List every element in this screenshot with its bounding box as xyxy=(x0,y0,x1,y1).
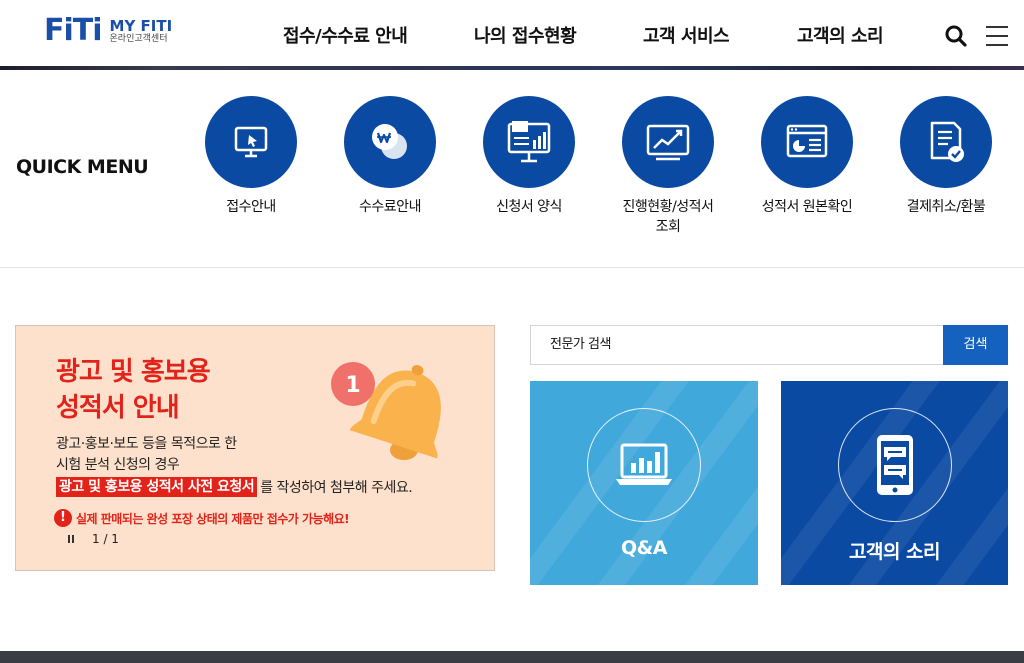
customer-voice-card[interactable]: 고객의 소리 xyxy=(781,381,1008,585)
mobile-chat-icon xyxy=(837,408,952,522)
footer-bar xyxy=(0,651,1024,663)
laptop-chart-icon xyxy=(587,408,701,522)
section-divider xyxy=(0,267,1024,268)
site-header: FiTi MY FITI 온라인고객센터 접수/수수료 안내 나의 접수현황 고… xyxy=(0,0,1024,67)
qa-card-label: Q&A xyxy=(621,537,667,559)
warning-icon: ! xyxy=(54,509,72,527)
presentation-board-icon xyxy=(483,96,575,188)
nav-item-customer-service[interactable]: 고객 서비스 xyxy=(643,22,730,48)
coin-won-icon xyxy=(344,96,436,188)
banner-highlight-suffix: 를 작성하여 첨부해 주세요. xyxy=(260,480,413,496)
quick-menu-label: 수수료안내 xyxy=(359,199,421,215)
banner-title-line1: 광고 및 홍보용 xyxy=(56,357,211,387)
header-hero-strip xyxy=(0,66,1024,70)
banner-highlight: 광고 및 홍보용 성적서 사전 요청서 xyxy=(56,477,258,497)
document-check-icon xyxy=(900,96,992,188)
main-nav: 접수/수수료 안내 나의 접수현황 고객 서비스 고객의 소리 xyxy=(0,22,1024,48)
banner-title-line2: 성적서 안내 xyxy=(56,393,180,423)
document-window-icon xyxy=(761,96,853,188)
quick-menu-item-forms[interactable]: 신청서 양식 xyxy=(464,96,594,217)
search-icon[interactable] xyxy=(944,24,968,48)
quick-menu-label: 신청서 양식 xyxy=(496,199,562,215)
banner-body-line2: 시험 분석 신청의 경우 xyxy=(56,457,180,473)
banner-body-line1: 광고·홍보·보도 등을 목적으로 한 xyxy=(56,436,237,452)
bell-icon: 1 xyxy=(326,342,456,472)
quick-menu-label: 접수안내 xyxy=(226,199,276,215)
quick-menu-item-reception[interactable]: 접수안내 xyxy=(186,96,316,217)
quick-menu-label: 진행현황/성적서 조회 xyxy=(622,199,714,235)
bell-badge-number: 1 xyxy=(345,373,360,398)
hamburger-menu-icon[interactable] xyxy=(986,26,1010,46)
expert-search-input[interactable]: 전문가 검색 xyxy=(530,325,944,365)
monitor-cursor-icon xyxy=(205,96,297,188)
banner-warning: 실제 판매되는 완성 포장 상태의 제품만 접수가 가능해요! xyxy=(76,511,350,526)
pause-icon[interactable] xyxy=(68,535,76,543)
quick-menu-item-refund[interactable]: 결제취소/환불 xyxy=(881,96,1011,217)
qa-card[interactable]: Q&A xyxy=(530,381,758,585)
quick-menu-item-certificate[interactable]: 성적서 원본확인 xyxy=(742,96,872,217)
quick-menu-item-fees[interactable]: 수수료안내 xyxy=(325,96,455,217)
search-button[interactable]: 검색 xyxy=(943,325,1008,365)
quick-menu-item-progress[interactable]: 진행현황/성적서 조회 xyxy=(603,96,733,237)
customer-voice-card-label: 고객의 소리 xyxy=(848,541,941,563)
quick-menu-label: 결제취소/환불 xyxy=(906,199,986,215)
banner-pager: 1 / 1 xyxy=(92,532,119,546)
nav-item-my-status[interactable]: 나의 접수현황 xyxy=(474,22,577,48)
chart-monitor-icon xyxy=(622,96,714,188)
nav-item-customer-voice[interactable]: 고객의 소리 xyxy=(797,22,884,48)
quick-menu-title: QUICK MENU xyxy=(16,156,149,178)
nav-item-reception[interactable]: 접수/수수료 안내 xyxy=(283,22,408,48)
quick-menu-label: 성적서 원본확인 xyxy=(761,199,853,215)
promo-banner[interactable]: 광고 및 홍보용 성적서 안내 광고·홍보·보도 등을 목적으로 한 시험 분석… xyxy=(15,325,495,571)
